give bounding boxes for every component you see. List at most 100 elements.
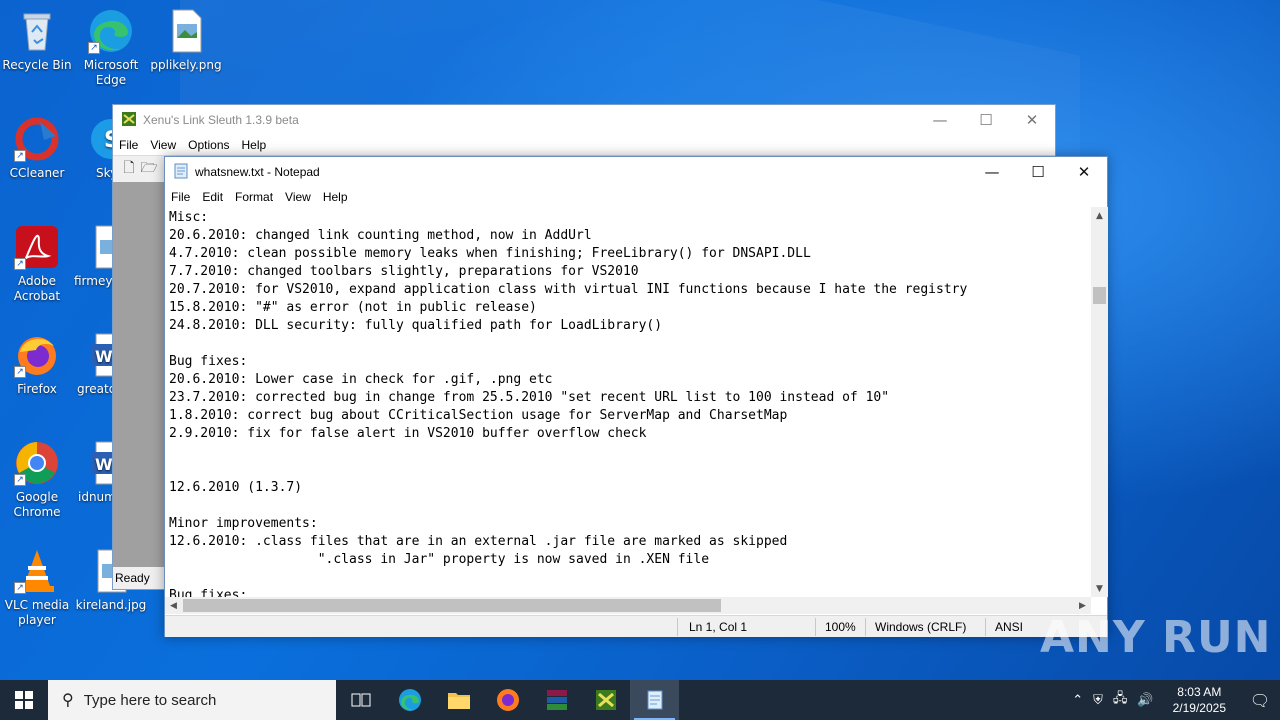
desktop-icon-label: kireland.jpg	[75, 598, 147, 612]
minimize-button[interactable]: —	[917, 105, 963, 135]
open-folder-icon[interactable]: 🗁	[139, 159, 159, 179]
scroll-up-icon[interactable]: ▲	[1091, 207, 1108, 224]
firefox-icon	[496, 689, 519, 711]
desktop-icon-firefox[interactable]: ↗ Firefox	[0, 332, 74, 397]
clock[interactable]: 8:03 AM 2/19/2025	[1173, 684, 1226, 716]
desktop-icon-pplikely[interactable]: pplikely.png	[149, 8, 223, 73]
cursor-position: Ln 1, Col 1	[689, 620, 748, 634]
close-button[interactable]: ✕	[1009, 105, 1055, 135]
taskbar-file-explorer[interactable]	[434, 680, 483, 720]
task-view-icon	[351, 693, 370, 707]
desktop-icon-label: Firefox	[17, 382, 57, 396]
scrollbar-thumb[interactable]	[183, 599, 721, 612]
desktop-icon-recycle-bin[interactable]: Recycle Bin	[0, 8, 74, 73]
desktop-icon-label: greatd	[77, 382, 114, 396]
notification-icon[interactable]: 🗨	[1240, 680, 1280, 720]
desktop-icon-greatd[interactable]: W greatd	[74, 332, 114, 397]
desktop-icon-edge[interactable]: ↗ Microsoft Edge	[74, 8, 148, 88]
taskbar-edge[interactable]	[385, 680, 434, 720]
desktop-icon-label: Google Chrome	[13, 490, 61, 519]
svg-text:W: W	[95, 347, 113, 366]
notepad-titlebar[interactable]: whatsnew.txt - Notepad — ☐ ✕	[165, 157, 1107, 187]
desktop-icon-idnum[interactable]: W idnum	[74, 440, 114, 505]
horizontal-scrollbar[interactable]: ◀ ▶	[165, 597, 1091, 614]
firefox-icon: ↗	[14, 332, 60, 378]
clock-time: 8:03 AM	[1177, 685, 1222, 699]
shortcut-arrow-icon: ↗	[14, 366, 26, 378]
menu-file[interactable]: File	[119, 138, 138, 152]
desktop: Recycle Bin ↗ Microsoft Edge pplikely.pn…	[0, 0, 1280, 680]
taskbar-firefox[interactable]	[483, 680, 532, 720]
maximize-button[interactable]: ☐	[963, 105, 1009, 135]
desktop-icon-label: Adobe Acrobat	[13, 274, 61, 303]
scroll-down-icon[interactable]: ▼	[1091, 580, 1108, 597]
minimize-button[interactable]: —	[969, 157, 1015, 187]
new-file-icon[interactable]: 🗋	[119, 159, 139, 179]
skype-icon: S	[88, 116, 114, 162]
desktop-icon-label: CCleaner	[9, 166, 65, 180]
system-tray: ⌃ ⛨ 🖧 🔊 8:03 AM 2/19/2025 🗨	[1067, 680, 1280, 720]
menu-file[interactable]: File	[171, 190, 190, 204]
image-file-icon	[88, 224, 114, 270]
menu-help[interactable]: Help	[323, 190, 348, 204]
notepad-menubar: File Edit Format View Help	[165, 187, 1107, 207]
menu-format[interactable]: Format	[235, 190, 273, 204]
menu-edit[interactable]: Edit	[202, 190, 223, 204]
menu-options[interactable]: Options	[188, 138, 229, 152]
scrollbar-thumb[interactable]	[1093, 287, 1106, 304]
shortcut-arrow-icon: ↗	[88, 42, 100, 54]
taskbar-search-box[interactable]: ⚲ Type here to search	[48, 680, 336, 720]
xenu-title: Xenu's Link Sleuth 1.3.9 beta	[143, 113, 299, 127]
xenu-client-area	[113, 182, 165, 567]
desktop-icon-chrome[interactable]: ↗ Google Chrome	[0, 440, 74, 520]
xenu-titlebar[interactable]: Xenu's Link Sleuth 1.3.9 beta — ☐ ✕	[113, 105, 1055, 135]
encoding: ANSI	[995, 620, 1024, 634]
menu-view[interactable]: View	[285, 190, 311, 204]
network-icon[interactable]: 🖧	[1113, 689, 1128, 711]
folder-icon	[447, 693, 470, 709]
desktop-icon-label: Sky	[96, 166, 114, 180]
notepad-icon	[647, 690, 662, 710]
security-icon[interactable]: ⛨	[1093, 693, 1103, 708]
search-placeholder: Type here to search	[83, 691, 217, 709]
clock-date: 2/19/2025	[1172, 701, 1226, 715]
volume-icon[interactable]: 🔊	[1137, 693, 1153, 708]
chrome-icon: ↗	[14, 440, 60, 486]
close-button[interactable]: ✕	[1061, 157, 1107, 187]
zoom-level: 100%	[825, 620, 856, 634]
ccleaner-icon: ↗	[14, 116, 60, 162]
line-ending: Windows (CRLF)	[875, 620, 967, 634]
desktop-icon-label: firmey	[74, 274, 113, 288]
taskbar-xenu[interactable]	[581, 680, 630, 720]
word-document-icon: W	[88, 332, 114, 378]
xenu-status: Ready	[113, 567, 165, 589]
menu-view[interactable]: View	[150, 138, 176, 152]
desktop-icon-skype[interactable]: S Sky	[74, 116, 114, 181]
chevron-up-icon[interactable]: ⌃	[1072, 693, 1083, 708]
text-editor[interactable]: Misc: 20.6.2010: changed link counting m…	[165, 207, 1091, 597]
desktop-icon-acrobat[interactable]: ↗ Adobe Acrobat	[0, 224, 74, 304]
notepad-title: whatsnew.txt - Notepad	[195, 165, 320, 179]
desktop-icon-vlc[interactable]: ↗ VLC media player	[0, 548, 74, 628]
vertical-scrollbar[interactable]: ▲ ▼	[1091, 207, 1108, 597]
taskbar-winrar[interactable]	[532, 680, 581, 720]
desktop-icon-label: VLC media player	[4, 598, 70, 627]
xenu-app-icon	[121, 111, 137, 130]
maximize-button[interactable]: ☐	[1015, 157, 1061, 187]
desktop-icon-label: pplikely.png	[150, 58, 222, 72]
desktop-icon-ccleaner[interactable]: ↗ CCleaner	[0, 116, 74, 181]
task-view-button[interactable]	[336, 680, 385, 720]
menu-help[interactable]: Help	[242, 138, 267, 152]
desktop-icon-firmey[interactable]: firmey	[74, 224, 114, 289]
start-button[interactable]	[0, 680, 48, 720]
shortcut-arrow-icon: ↗	[14, 258, 26, 270]
vlc-icon: ↗	[14, 548, 60, 594]
desktop-icon-label: Microsoft Edge	[83, 58, 139, 87]
windows-logo-icon	[15, 691, 33, 709]
adobe-acrobat-icon: ↗	[14, 224, 60, 270]
shortcut-arrow-icon: ↗	[14, 582, 26, 594]
svg-text:W: W	[95, 455, 113, 474]
taskbar-notepad[interactable]	[630, 680, 679, 720]
xenu-icon	[595, 690, 616, 710]
scroll-left-icon[interactable]: ◀	[165, 597, 182, 614]
